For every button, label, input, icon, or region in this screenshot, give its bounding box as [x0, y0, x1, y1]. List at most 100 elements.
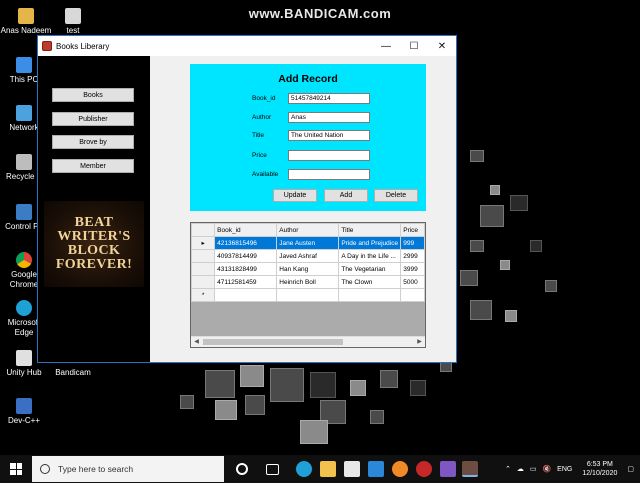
language-indicator[interactable]: ENG	[557, 466, 572, 473]
file-explorer-icon[interactable]	[320, 461, 336, 477]
title-input[interactable]	[288, 130, 370, 141]
table-cell[interactable]	[214, 288, 278, 302]
taskbar-search[interactable]: Type here to search	[32, 456, 224, 482]
start-button[interactable]	[0, 455, 32, 483]
scrollbar-thumb[interactable]	[203, 339, 343, 345]
scroll-right-icon[interactable]: ▶	[414, 337, 425, 347]
book-id-input[interactable]	[288, 93, 370, 104]
network-icon	[16, 105, 32, 121]
books-button[interactable]: Books	[52, 88, 134, 102]
new-row-indicator[interactable]: *	[191, 288, 216, 302]
price-input[interactable]	[288, 150, 370, 161]
table-cell[interactable]: 999	[400, 236, 425, 250]
table-cell[interactable]: Jane Austen	[276, 236, 340, 250]
clock-date: 12/10/2020	[582, 470, 618, 477]
taskbar-clock[interactable]: 6:53 PM 12/10/2020	[582, 460, 617, 478]
wallpaper-tile	[470, 300, 492, 320]
table-cell[interactable]: 40937814499	[214, 249, 278, 263]
table-row[interactable]: 47112581459 Heinrich Boll The Clown 5000	[191, 275, 425, 289]
table-cell[interactable]: The Vegetarian	[338, 262, 402, 276]
delete-button[interactable]: Delete	[374, 189, 418, 202]
available-input[interactable]	[288, 169, 370, 180]
table-cell[interactable]: A Day in the Life ...	[338, 249, 402, 263]
table-row[interactable]: 43131828499 Han Kang The Vegetarian 3999	[191, 262, 425, 276]
sidebar: Books Publisher Brove by Member BEAT WRI…	[38, 56, 150, 362]
table-cell[interactable]: 43131828499	[214, 262, 278, 276]
books-library-window: Books Liberary — ☐ ✕ Books Publisher Bro…	[37, 35, 457, 363]
cortana-icon[interactable]	[236, 463, 248, 475]
table-row[interactable]: 40937814499 Javed Ashraf A Day in the Li…	[191, 249, 425, 263]
row-header[interactable]	[191, 275, 216, 289]
table-cell[interactable]: 5000	[400, 275, 425, 289]
wallpaper-tile	[245, 395, 265, 415]
table-cell[interactable]: Pride and Prejudice	[338, 236, 402, 250]
wallpaper-tile	[300, 420, 328, 444]
column-header-price[interactable]: Price	[400, 223, 425, 237]
edge-icon	[16, 300, 32, 316]
row-header[interactable]	[191, 262, 216, 276]
desktop-icon-anas-nadeem[interactable]: Anas Nadeem	[0, 8, 52, 36]
banner-line: FOREVER!	[55, 257, 133, 272]
desktop-icon-test[interactable]: test	[47, 8, 99, 36]
table-cell[interactable]: Han Kang	[276, 262, 340, 276]
table-cell[interactable]: The Clown	[338, 275, 402, 289]
firefox-icon[interactable]	[392, 461, 408, 477]
cloud-icon[interactable]: ☁	[517, 465, 524, 473]
table-cell[interactable]: 42136815496	[214, 236, 278, 250]
window-titlebar[interactable]: Books Liberary — ☐ ✕	[38, 36, 456, 56]
mail-icon[interactable]	[368, 461, 384, 477]
clock-time: 6:53 PM	[586, 461, 613, 468]
close-button[interactable]: ✕	[428, 36, 456, 56]
price-label: Price	[252, 152, 267, 159]
table-cell[interactable]	[276, 288, 340, 302]
volume-muted-icon[interactable]: 🔇	[542, 465, 551, 473]
books-app-taskbar-icon[interactable]	[462, 461, 478, 477]
row-header[interactable]	[191, 249, 216, 263]
wallpaper-tile	[530, 240, 542, 252]
bandicam-taskbar-icon[interactable]	[416, 461, 432, 477]
member-button[interactable]: Member	[52, 159, 134, 173]
table-cell[interactable]: Javed Ashraf	[276, 249, 340, 263]
network-tray-icon[interactable]: ▭	[530, 465, 537, 473]
table-cell[interactable]: Heinrich Boll	[276, 275, 340, 289]
unity-icon	[16, 350, 32, 366]
column-header-author[interactable]: Author	[276, 223, 340, 237]
chevron-up-icon[interactable]: ⌃	[505, 465, 511, 473]
desktop-icon-label: Dev-C++	[7, 416, 40, 425]
table-cell[interactable]: 2999	[400, 249, 425, 263]
table-cell[interactable]: 3999	[400, 262, 425, 276]
maximize-button[interactable]: ☐	[400, 36, 428, 56]
minimize-button[interactable]: —	[372, 36, 400, 56]
browse-by-button[interactable]: Brove by	[52, 135, 134, 149]
wallpaper-tile	[270, 368, 304, 402]
add-button[interactable]: Add	[324, 189, 368, 202]
taskbar: Type here to search ⌃ ☁ ▭ 🔇 ENG 6:53 PM …	[0, 455, 640, 483]
desktop-icon-label: Unity Hub	[6, 368, 42, 377]
system-tray: ⌃ ☁ ▭ 🔇 ENG 6:53 PM 12/10/2020 ▢	[505, 455, 640, 483]
task-view-icon[interactable]	[266, 464, 279, 475]
new-row[interactable]: *	[191, 288, 425, 302]
table-cell[interactable]	[338, 288, 402, 302]
edge-taskbar-icon[interactable]	[296, 461, 312, 477]
column-header-book-id[interactable]: Book_id	[214, 223, 278, 237]
update-button[interactable]: Update	[273, 189, 317, 202]
visual-studio-icon[interactable]	[440, 461, 456, 477]
books-table: Book_id Author Title Price ▸ 42136815496…	[191, 223, 425, 302]
current-row-indicator[interactable]: ▸	[191, 236, 216, 250]
store-icon[interactable]	[344, 461, 360, 477]
horizontal-scrollbar[interactable]: ◀ ▶	[191, 336, 425, 347]
scroll-left-icon[interactable]: ◀	[191, 337, 202, 347]
add-record-panel: Add Record Book_id Author Title Price Av…	[190, 64, 426, 211]
wallpaper-tile	[545, 280, 557, 292]
computer-icon	[16, 57, 32, 73]
available-label: Available	[252, 171, 279, 178]
publisher-button[interactable]: Publisher	[52, 112, 134, 126]
desktop-icon-dev-cpp[interactable]: Dev-C++	[0, 398, 50, 426]
table-row[interactable]: ▸ 42136815496 Jane Austen Pride and Prej…	[191, 236, 425, 250]
wallpaper-tile	[500, 260, 510, 270]
table-cell[interactable]: 47112581459	[214, 275, 278, 289]
column-header-title[interactable]: Title	[338, 223, 402, 237]
table-cell[interactable]	[400, 288, 425, 302]
author-input[interactable]	[288, 112, 370, 123]
notification-icon[interactable]: ▢	[627, 465, 634, 473]
